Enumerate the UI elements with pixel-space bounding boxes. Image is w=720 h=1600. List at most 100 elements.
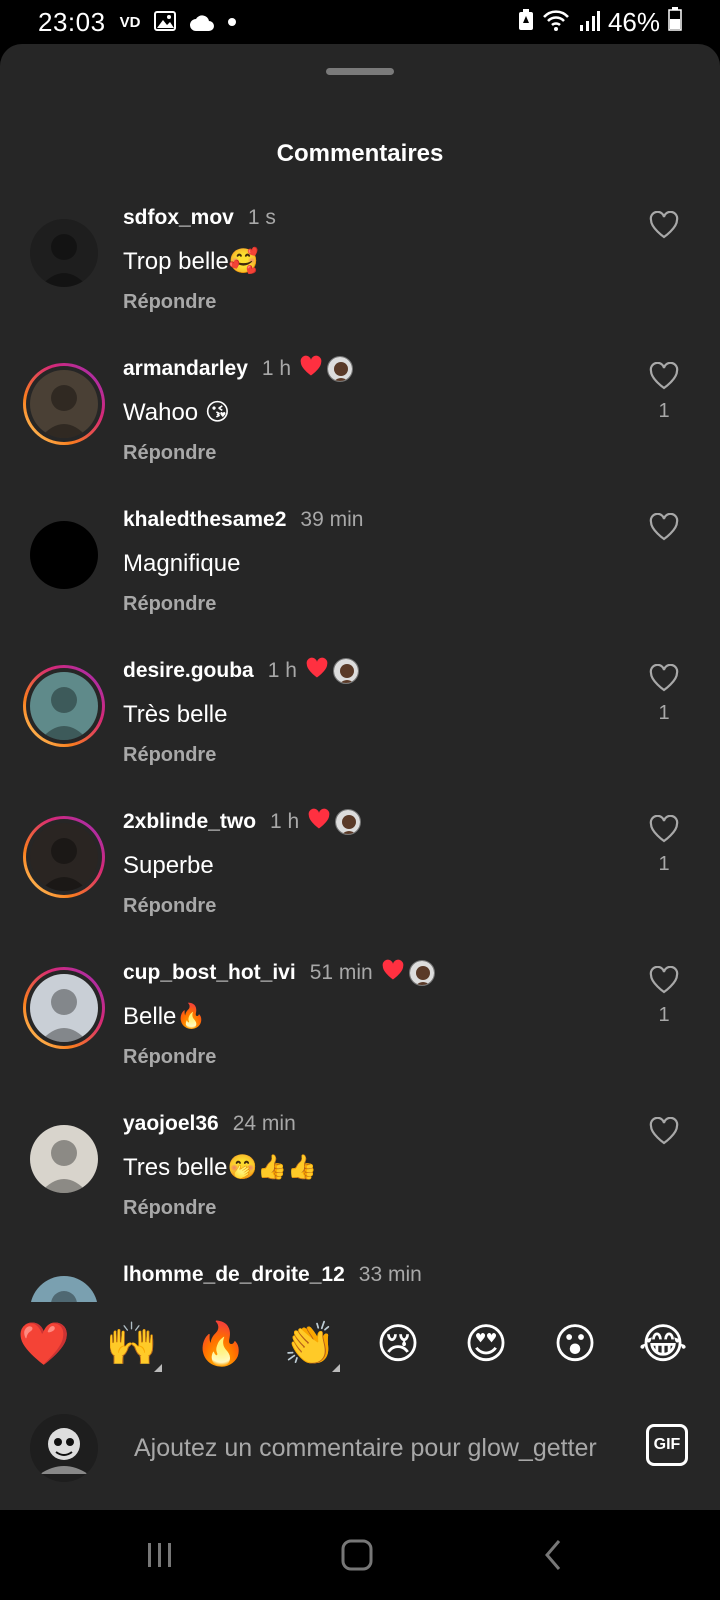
- comment-time: 39 min: [300, 508, 364, 531]
- comment-header: sdfox_mov 1 s: [123, 203, 623, 233]
- like-count: 1: [658, 853, 670, 875]
- battery-percent: 46%: [607, 6, 660, 37]
- skin-tone-indicator: [332, 1364, 340, 1372]
- emoji-button[interactable]: 😢: [370, 1316, 426, 1372]
- avatar-story-ring[interactable]: [23, 967, 105, 1049]
- drag-handle[interactable]: [326, 68, 394, 75]
- like-count: 1: [658, 1004, 670, 1026]
- comment-text: Trop belle🥰: [123, 248, 259, 275]
- emoji-button[interactable]: 🔥: [193, 1316, 249, 1372]
- emoji-button[interactable]: ❤️: [16, 1316, 72, 1372]
- my-avatar: [30, 1414, 98, 1482]
- reply-button[interactable]: Répondre: [123, 291, 623, 314]
- avatar-story-ring[interactable]: [23, 816, 105, 898]
- red-heart-icon: [299, 355, 323, 383]
- like-button[interactable]: 1: [636, 362, 692, 423]
- comment-time: 1 h: [267, 659, 297, 682]
- red-heart-icon: [305, 657, 329, 685]
- emoji-quick-bar: ❤️ 🙌 🔥 👏 😢 😍 😮 😂: [0, 1302, 720, 1382]
- comment-header: yaojoel36 24 min: [123, 1109, 623, 1139]
- comment-body: armandarley 1 h Wahoo 😘 Répondre: [123, 354, 623, 465]
- author-mini-avatar: [327, 356, 354, 382]
- comment-header: lhomme_de_droite_12 33 min: [123, 1260, 623, 1290]
- gallery-icon: [154, 7, 177, 38]
- heart-outline-icon: [636, 513, 692, 541]
- comment-username[interactable]: 2xblinde_two: [123, 810, 256, 834]
- reply-button[interactable]: Répondre: [123, 593, 623, 616]
- comment-username[interactable]: armandarley: [123, 357, 248, 381]
- comment-username[interactable]: lhomme_de_droite_12: [123, 1263, 345, 1287]
- comment-header: armandarley 1 h: [123, 354, 623, 384]
- like-button[interactable]: 1: [636, 815, 692, 876]
- like-button[interactable]: [636, 513, 692, 551]
- reply-button[interactable]: Répondre: [123, 442, 623, 465]
- emoji-button[interactable]: 😮: [547, 1316, 603, 1372]
- comment-body: 2xblinde_two 1 h Superbe Répondre: [123, 807, 623, 918]
- heart-outline-icon: [636, 362, 692, 390]
- comment-time: 1 s: [247, 206, 276, 229]
- comment-time: 1 h: [270, 810, 300, 833]
- reply-button[interactable]: Répondre: [123, 1197, 623, 1220]
- vd-icon: VD: [119, 13, 141, 31]
- comments-list[interactable]: sdfox_mov 1 s Trop belle🥰 Répondre arman…: [0, 194, 720, 1340]
- comment-username[interactable]: sdfox_mov: [123, 206, 234, 230]
- heart-outline-icon: [636, 966, 692, 994]
- avatar: [30, 521, 98, 589]
- comment-text: Très belle: [123, 701, 228, 728]
- emoji-button[interactable]: 😍: [458, 1316, 514, 1372]
- comment-time: 24 min: [232, 1112, 296, 1135]
- emoji-button[interactable]: 👏: [282, 1316, 338, 1372]
- comment-username[interactable]: desire.gouba: [123, 659, 254, 683]
- author-liked-indicator: [381, 959, 435, 987]
- comment-username[interactable]: cup_bost_hot_ivi: [123, 961, 296, 985]
- recent-apps-button[interactable]: [130, 1532, 190, 1578]
- comment-username[interactable]: yaojoel36: [123, 1112, 219, 1136]
- battery-saver-icon: [518, 7, 534, 38]
- avatar-wrap[interactable]: [23, 212, 105, 294]
- avatar-wrap[interactable]: [23, 514, 105, 596]
- comment-body: sdfox_mov 1 s Trop belle🥰 Répondre: [123, 203, 623, 314]
- red-heart-icon: [381, 959, 405, 987]
- avatar-story-ring[interactable]: [23, 665, 105, 747]
- home-button[interactable]: [327, 1532, 387, 1578]
- comment-row: khaledthesame2 39 min Magnifique Répondr…: [0, 505, 720, 659]
- like-button[interactable]: [636, 211, 692, 249]
- like-button[interactable]: [636, 1117, 692, 1155]
- author-mini-avatar: [408, 960, 435, 986]
- avatar-story-ring[interactable]: [23, 363, 105, 445]
- comment-row: yaojoel36 24 min Tres belle🤭👍👍 Répondre: [0, 1109, 720, 1263]
- avatar-wrap[interactable]: [23, 1118, 105, 1200]
- comment-username[interactable]: khaledthesame2: [123, 508, 286, 532]
- comment-input[interactable]: [134, 1424, 614, 1472]
- reply-button[interactable]: Répondre: [123, 744, 623, 767]
- comment-header: cup_bost_hot_ivi 51 min: [123, 958, 623, 988]
- emoji-button[interactable]: 🙌: [104, 1316, 160, 1372]
- gif-button[interactable]: GIF: [646, 1424, 688, 1466]
- comment-row: 2xblinde_two 1 h Superbe Répondre 1: [0, 807, 720, 961]
- home-icon: [341, 1539, 373, 1571]
- status-bar: 23:03 VD 46%: [0, 0, 720, 44]
- like-button[interactable]: 1: [636, 966, 692, 1027]
- notification-icons: VD: [120, 7, 237, 38]
- comments-sheet: Commentaires sdfox_mov 1 s Trop belle🥰 R…: [0, 44, 720, 1510]
- avatar: [30, 672, 98, 740]
- emoji-button[interactable]: 😂: [635, 1316, 691, 1372]
- recent-apps-icon: [148, 1543, 171, 1567]
- comment-time: 1 h: [261, 357, 292, 380]
- comment-body: yaojoel36 24 min Tres belle🤭👍👍 Répondre: [123, 1109, 623, 1220]
- comment-row: cup_bost_hot_ivi 51 min Belle🔥 Répondre …: [0, 958, 720, 1112]
- like-button[interactable]: 1: [636, 664, 692, 725]
- comment-text: Belle🔥: [123, 1003, 207, 1030]
- status-time: 23:03: [38, 6, 106, 37]
- reply-button[interactable]: Répondre: [123, 1046, 623, 1069]
- reply-button[interactable]: Répondre: [123, 895, 623, 918]
- wifi-icon: [542, 7, 570, 38]
- cloud-icon: [190, 7, 215, 38]
- comment-header: desire.gouba 1 h: [123, 656, 623, 686]
- back-button[interactable]: [524, 1532, 584, 1578]
- avatar: [30, 823, 98, 891]
- heart-outline-icon: [636, 211, 692, 239]
- author-liked-indicator: [299, 355, 354, 383]
- comment-row: armandarley 1 h Wahoo 😘 Répondre 1: [0, 354, 720, 508]
- author-liked-indicator: [305, 657, 359, 685]
